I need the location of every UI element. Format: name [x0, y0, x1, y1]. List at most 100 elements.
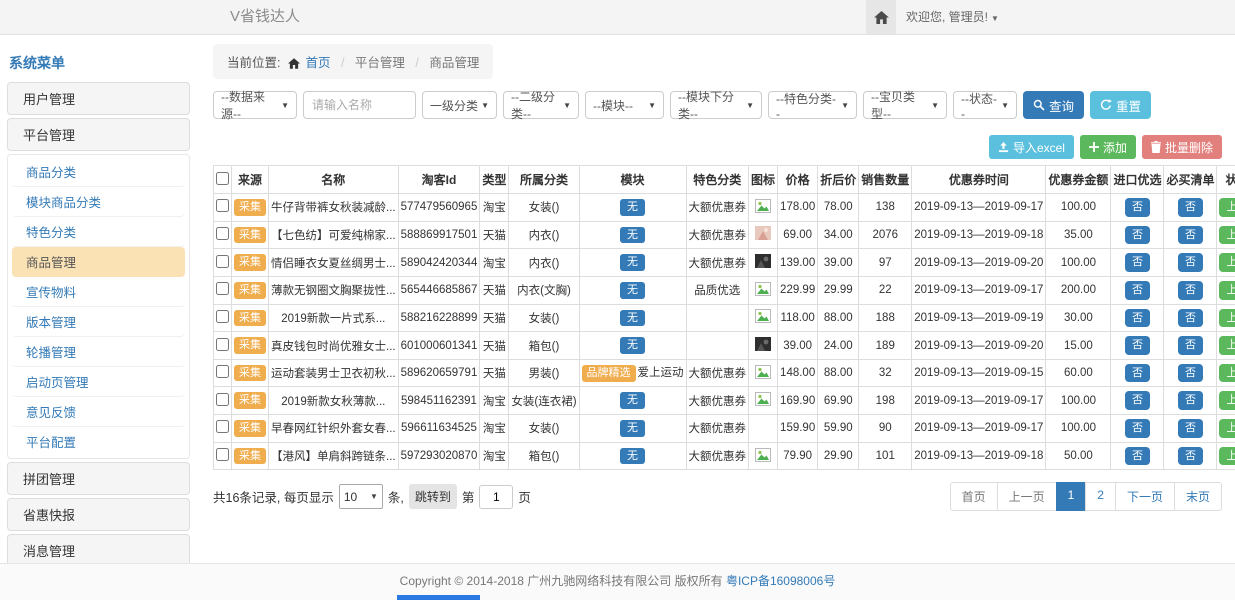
status-toggle[interactable]: 上架	[1219, 281, 1235, 300]
cell-checkbox	[214, 276, 232, 304]
icp-link[interactable]: 粤ICP备16098006号	[726, 574, 835, 588]
must-buy-toggle[interactable]: 否	[1178, 226, 1203, 245]
cell-coupon-time: 2019-09-13—2019-09-17	[912, 387, 1046, 415]
home-button[interactable]	[866, 0, 896, 34]
status-toggle[interactable]: 上架	[1219, 419, 1235, 438]
must-buy-toggle[interactable]: 否	[1178, 336, 1203, 355]
import-select-toggle[interactable]: 否	[1125, 253, 1150, 272]
row-checkbox[interactable]	[216, 227, 229, 240]
user-menu[interactable]: 欢迎您, 管理员!▼	[906, 0, 999, 36]
reset-button[interactable]: 重置	[1090, 91, 1151, 119]
status-toggle[interactable]: 上架	[1219, 198, 1235, 217]
status-toggle[interactable]: 上架	[1219, 364, 1235, 383]
status-toggle[interactable]: 上架	[1219, 226, 1235, 245]
must-buy-toggle[interactable]: 否	[1178, 198, 1203, 217]
must-buy-toggle[interactable]: 否	[1178, 309, 1203, 328]
jump-suffix: 页	[518, 487, 531, 506]
import-select-toggle[interactable]: 否	[1125, 419, 1150, 438]
status-filter[interactable]: --状态--▼	[953, 91, 1017, 119]
page-button[interactable]: 1	[1056, 482, 1087, 511]
name-search-input[interactable]	[303, 91, 416, 119]
add-button[interactable]: 添加	[1080, 135, 1136, 159]
status-toggle[interactable]: 上架	[1219, 391, 1235, 410]
cell-price: 118.00	[778, 304, 818, 332]
jump-page-input[interactable]	[479, 485, 513, 509]
row-checkbox[interactable]	[216, 282, 229, 295]
chevron-down-icon: ▼	[370, 492, 378, 501]
row-checkbox[interactable]	[216, 420, 229, 433]
sidebar-sub-item[interactable]: 宣传物料	[12, 277, 185, 307]
cell-category: 女装(连衣裙)	[509, 387, 579, 415]
cell-discount-price: 59.90	[818, 415, 859, 443]
import-select-toggle[interactable]: 否	[1125, 391, 1150, 410]
page-size-select[interactable]: 10▼	[339, 484, 383, 509]
must-buy-toggle[interactable]: 否	[1178, 447, 1203, 466]
sidebar-sub-item[interactable]: 意见反馈	[12, 397, 185, 427]
sidebar-group-item[interactable]: 消息管理	[7, 534, 190, 563]
row-checkbox[interactable]	[216, 365, 229, 378]
row-checkbox[interactable]	[216, 255, 229, 268]
module-sub-filter[interactable]: --模块下分类--▼	[670, 91, 762, 119]
import-select-toggle[interactable]: 否	[1125, 309, 1150, 328]
sidebar-sub-item[interactable]: 商品分类	[12, 157, 185, 187]
sidebar-group-item[interactable]: 平台管理	[7, 118, 190, 151]
sidebar-group-item[interactable]: 拼团管理	[7, 462, 190, 495]
must-buy-toggle[interactable]: 否	[1178, 281, 1203, 300]
import-select-toggle[interactable]: 否	[1125, 447, 1150, 466]
page-button[interactable]: 末页	[1174, 482, 1222, 511]
column-header: 来源	[232, 166, 269, 194]
import-select-toggle[interactable]: 否	[1125, 226, 1150, 245]
import-select-toggle[interactable]: 否	[1125, 281, 1150, 300]
import-select-toggle[interactable]: 否	[1125, 198, 1150, 217]
page-button[interactable]: 上一页	[997, 482, 1057, 511]
cell-name: 2019新款一片式系...	[269, 304, 399, 332]
breadcrumb-home-link[interactable]: 首页	[305, 56, 330, 70]
row-checkbox[interactable]	[216, 338, 229, 351]
cell-checkbox	[214, 221, 232, 249]
status-toggle[interactable]: 上架	[1219, 309, 1235, 328]
chevron-down-icon: ▼	[991, 14, 999, 23]
module-filter[interactable]: --模块--▼	[585, 91, 664, 119]
page-button[interactable]: 下一页	[1115, 482, 1175, 511]
row-checkbox[interactable]	[216, 393, 229, 406]
category-level1-filter[interactable]: 一级分类▼	[422, 91, 497, 119]
sidebar-sub-item[interactable]: 版本管理	[12, 307, 185, 337]
cell-icon	[749, 387, 778, 415]
status-toggle[interactable]: 上架	[1219, 447, 1235, 466]
import-select-toggle[interactable]: 否	[1125, 336, 1150, 355]
sidebar-sub-item[interactable]: 模块商品分类	[12, 187, 185, 217]
category-level2-filter[interactable]: --二级分类--▼	[503, 91, 579, 119]
page-button[interactable]: 首页	[950, 482, 998, 511]
module-badge: 无	[620, 199, 645, 216]
sidebar-sub-item[interactable]: 特色分类	[12, 217, 185, 247]
status-toggle[interactable]: 上架	[1219, 253, 1235, 272]
search-button[interactable]: 查询	[1023, 91, 1084, 119]
product-image-icon	[755, 254, 771, 268]
sidebar-group-item[interactable]: 用户管理	[7, 82, 190, 115]
sidebar-sub-item-active[interactable]: 商品管理	[12, 247, 185, 277]
sidebar-sub-item[interactable]: 轮播管理	[12, 337, 185, 367]
must-buy-toggle[interactable]: 否	[1178, 253, 1203, 272]
import-excel-button[interactable]: 导入excel	[989, 135, 1074, 159]
must-buy-toggle[interactable]: 否	[1178, 391, 1203, 410]
select-all-checkbox[interactable]	[216, 172, 229, 185]
must-buy-toggle[interactable]: 否	[1178, 364, 1203, 383]
cell-coupon-time: 2019-09-13—2019-09-20	[912, 332, 1046, 360]
must-buy-toggle[interactable]: 否	[1178, 419, 1203, 438]
sidebar-group-item[interactable]: 省惠快报	[7, 498, 190, 531]
sidebar-sub-item[interactable]: 平台配置	[12, 427, 185, 456]
jump-to-button[interactable]: 跳转到	[409, 484, 457, 509]
import-select-toggle[interactable]: 否	[1125, 364, 1150, 383]
module-badge: 无	[620, 227, 645, 244]
sidebar-sub-item[interactable]: 启动页管理	[12, 367, 185, 397]
feature-category-filter[interactable]: --特色分类--▼	[768, 91, 857, 119]
page-button[interactable]: 2	[1085, 482, 1116, 511]
row-checkbox[interactable]	[216, 199, 229, 212]
status-toggle[interactable]: 上架	[1219, 336, 1235, 355]
batch-delete-button[interactable]: 批量删除	[1142, 135, 1222, 159]
table-row: 采集真皮钱包时尚优雅女士...601000601341天猫箱包()无39.002…	[214, 332, 1235, 360]
row-checkbox[interactable]	[216, 448, 229, 461]
source-filter[interactable]: --数据来源--▼	[213, 91, 297, 119]
item-type-filter[interactable]: --宝贝类型--▼	[863, 91, 947, 119]
row-checkbox[interactable]	[216, 310, 229, 323]
